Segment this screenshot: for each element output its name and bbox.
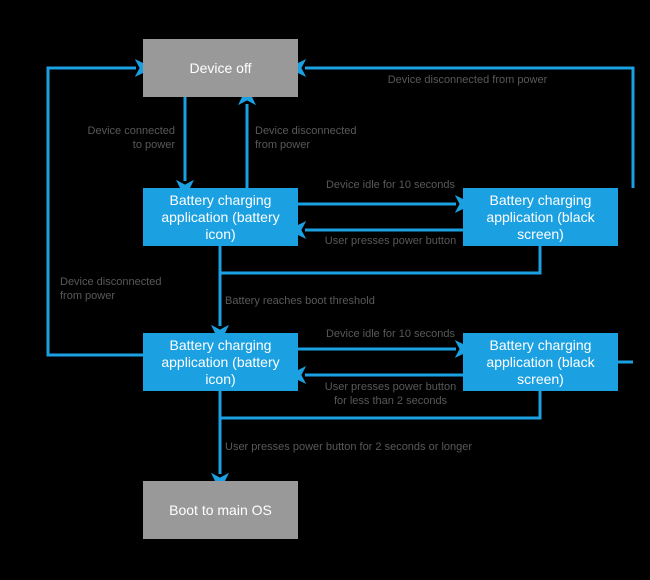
edge-label-device-disconnected-from-power-top: Device disconnected from power (255, 125, 357, 151)
edge-black-screen-top-to-charging-bottom (220, 246, 542, 275)
node-charging-black-screen-top[interactable]: Battery charging application (black scre… (463, 188, 618, 246)
edge-label-device-idle-10-seconds-bottom: Device idle for 10 seconds (325, 328, 455, 340)
edge-label-device-disconnected-from-power-bottom: Device disconnected from power (60, 276, 162, 302)
node-charging-battery-icon-bottom[interactable]: Battery charging application (battery ic… (143, 333, 298, 391)
edge-label-user-presses-power-button-top: User presses power button (324, 235, 457, 247)
node-charging-battery-icon-top[interactable]: Battery charging application (battery ic… (143, 188, 298, 246)
node-boot-main-os[interactable]: Boot to main OS (143, 481, 298, 539)
node-boot-main-os-label: Boot to main OS (169, 501, 272, 518)
edge-label-user-presses-power-button-less-than-2-seconds: User presses power button for less than … (324, 381, 457, 407)
edge-charging-bottom-to-device-off (46, 59, 154, 357)
edge-label-battery-reaches-boot-threshold: Battery reaches boot threshold (225, 295, 375, 307)
node-device-off[interactable]: Device off (143, 39, 298, 97)
edge-label-device-idle-10-seconds-top: Device idle for 10 seconds (325, 179, 455, 191)
node-charging-black-screen-bottom-label: Battery charging application (black scre… (486, 336, 595, 387)
node-charging-battery-icon-top-label: Battery charging application (battery ic… (161, 191, 280, 242)
edge-label-user-presses-power-button-2-seconds-or-longer: User presses power button for 2 seconds … (225, 441, 473, 453)
node-charging-black-screen-top-label: Battery charging application (black scre… (486, 191, 595, 242)
node-charging-battery-icon-bottom-label: Battery charging application (battery ic… (161, 336, 280, 387)
edge-label-device-disconnected-from-power-header: Device disconnected from power (387, 74, 548, 86)
node-device-off-label: Device off (189, 59, 252, 76)
state-diagram: Device off Battery charging application … (0, 0, 650, 580)
node-charging-black-screen-bottom[interactable]: Battery charging application (black scre… (463, 333, 618, 391)
edge-label-device-connected-to-power: Device connected to power (87, 125, 175, 151)
